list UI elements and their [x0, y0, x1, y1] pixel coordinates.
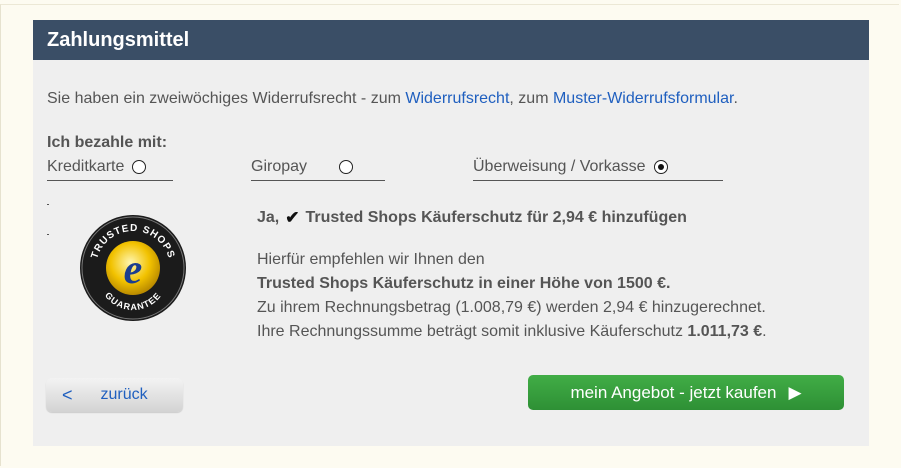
divider-dot: [47, 204, 49, 205]
buyer-protection-offer: Trusted Shops Käuferschutz für 2,94 € hi…: [305, 209, 687, 226]
buyer-protection-option: Ja, ✔ Trusted Shops Käuferschutz für 2,9…: [257, 208, 687, 228]
method-label: Kreditkarte: [47, 158, 125, 175]
buyer-protection-checkbox[interactable]: ✔: [285, 208, 299, 228]
back-arrow-icon: <: [62, 384, 73, 405]
notice-mid: , zum: [509, 90, 553, 107]
desc-line-1: Hierfür empfehlen wir Ihnen den: [257, 251, 485, 268]
back-button[interactable]: < zurück: [46, 378, 183, 412]
payment-methods: Kreditkarte Giropay Überweisung / Vorkas…: [47, 156, 847, 181]
method-kreditkarte[interactable]: Kreditkarte: [47, 156, 173, 181]
back-label: zurück: [100, 386, 148, 403]
desc-line-3: Zu ihrem Rechnungsbetrag (1.008,79 €) we…: [257, 299, 766, 316]
payment-panel: Zahlungsmittel Sie haben ein zweiwöchige…: [33, 20, 869, 446]
method-label: Überweisung / Vorkasse: [473, 158, 646, 175]
trusted-shops-logo: TRUSTED SHOPS GUARANTEE e: [80, 215, 186, 321]
radio-kreditkarte[interactable]: [132, 160, 147, 174]
radio-giropay[interactable]: [339, 160, 354, 174]
method-ueberweisung[interactable]: Überweisung / Vorkasse: [473, 156, 723, 181]
buy-label: mein Angebot - jetzt kaufen: [570, 382, 777, 402]
notice-prefix: Sie haben ein zweiwöchiges Widerrufsrech…: [47, 90, 406, 107]
method-label: Giropay: [251, 158, 308, 175]
buy-now-button[interactable]: mein Angebot - jetzt kaufen ▶: [528, 375, 844, 410]
invoice-total: 1.011,73 €: [687, 323, 763, 340]
withdrawal-right-link[interactable]: Widerrufsrecht: [405, 90, 509, 107]
pay-with-label: Ich bezahle mit:: [47, 134, 168, 151]
yes-label: Ja,: [257, 209, 280, 226]
withdrawal-notice: Sie haben ein zweiwöchiges Widerrufsrech…: [47, 90, 738, 108]
notice-suffix: .: [733, 90, 738, 107]
svg-text:e: e: [124, 247, 143, 293]
desc-line-4: Ihre Rechnungssumme beträgt somit inklus…: [257, 323, 767, 340]
divider-dot: [47, 234, 49, 235]
method-giropay[interactable]: Giropay: [251, 156, 385, 181]
panel-title: Zahlungsmittel: [33, 20, 869, 60]
play-arrow-icon: ▶: [788, 382, 802, 402]
radio-ueberweisung[interactable]: [653, 160, 668, 174]
withdrawal-form-link[interactable]: Muster-Widerrufsformular: [553, 90, 733, 107]
desc-line-2: Trusted Shops Käuferschutz in einer Höhe…: [257, 275, 671, 292]
buyer-protection-description: Hierfür empfehlen wir Ihnen den Trusted …: [257, 248, 767, 344]
